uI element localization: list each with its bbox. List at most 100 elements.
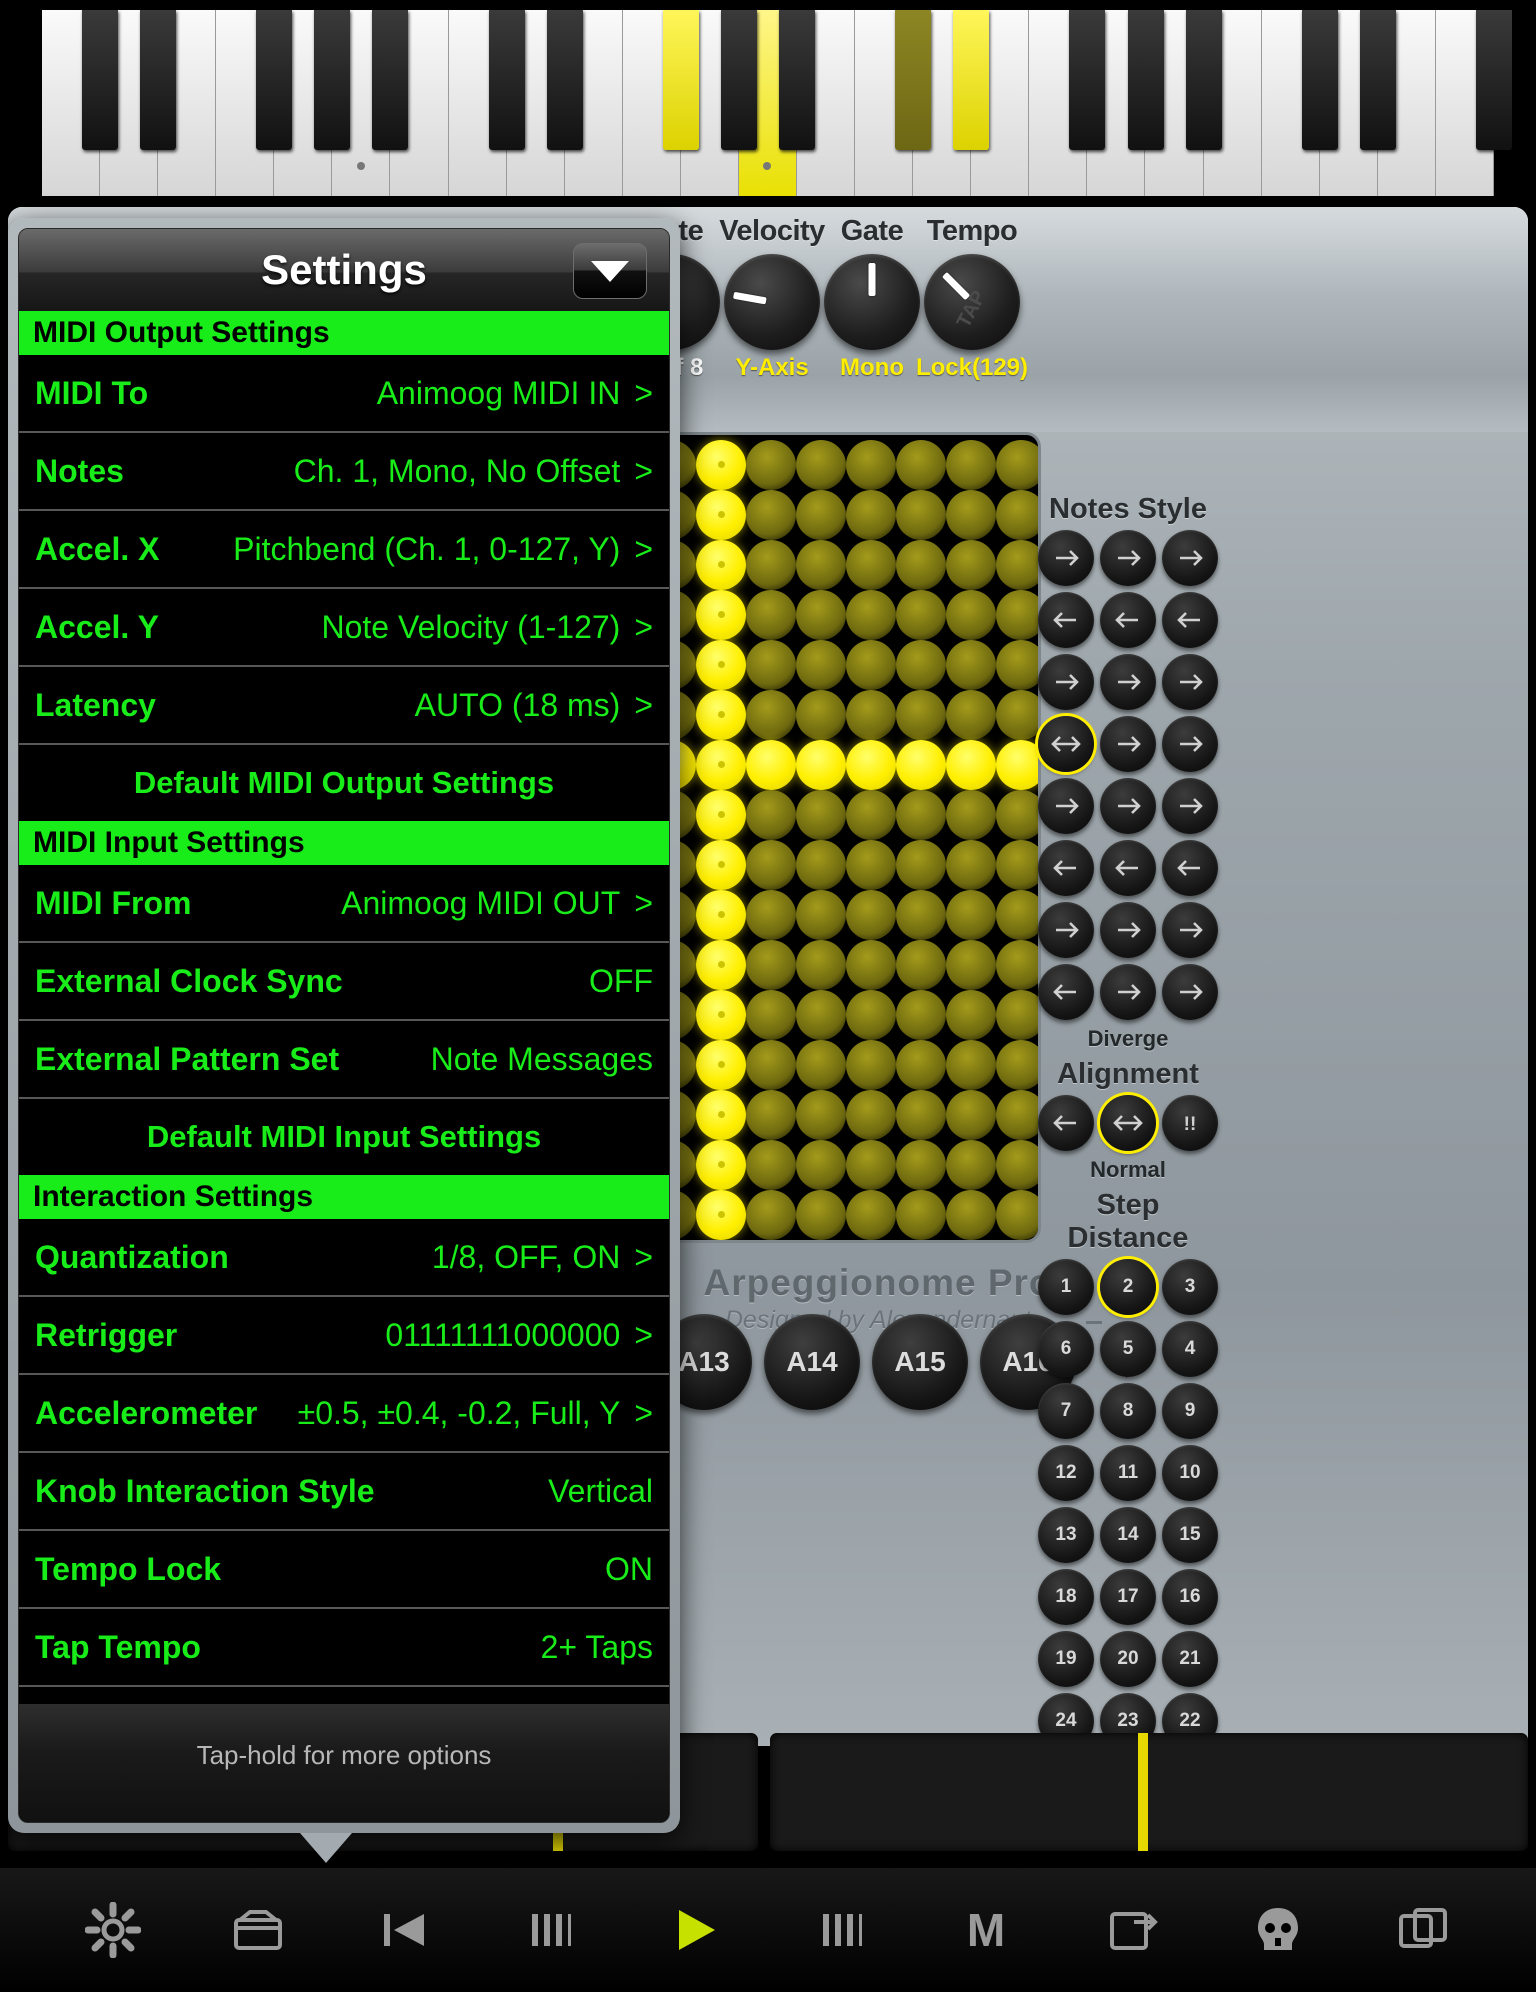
step-distance-button-7[interactable]: 7 [1038,1383,1094,1439]
grid-pad[interactable] [746,790,796,840]
grid-pad[interactable] [796,540,846,590]
white-key[interactable] [797,10,855,200]
grid-pad[interactable] [996,840,1038,890]
white-key[interactable] [390,10,448,200]
grid-pad[interactable] [996,440,1038,490]
grid-pad[interactable] [946,740,996,790]
white-key[interactable] [913,10,971,200]
settings-row-midi-from[interactable]: MIDI FromAnimoog MIDI OUT> [19,865,669,943]
grid-pad[interactable] [996,1140,1038,1190]
grid-pad[interactable] [796,940,846,990]
alignment-row[interactable]: !! [1038,1095,1218,1151]
settings-row-notes[interactable]: NotesCh. 1, Mono, No Offset> [19,433,669,511]
grid-pad[interactable] [946,540,996,590]
notes-style-button-2[interactable] [1162,530,1218,586]
knob-dial[interactable]: TAP [924,254,1020,350]
settings-row-latency[interactable]: LatencyAUTO (18 ms)> [19,667,669,745]
copy-windows-icon[interactable] [1381,1888,1465,1972]
notes-style-button-20[interactable] [1162,902,1218,958]
grid-pad[interactable] [696,740,746,790]
notes-style-grid[interactable] [1038,530,1218,1020]
bottom-toolbar[interactable]: M [0,1868,1536,1992]
grid-pad[interactable] [896,640,946,690]
step-distance-button-8[interactable]: 8 [1100,1383,1156,1439]
settings-row-tap-tempo[interactable]: Tap Tempo2+ Taps [19,1609,669,1687]
alignment-button-1[interactable] [1100,1095,1156,1151]
grid-pad[interactable] [946,990,996,1040]
settings-row-accel-x[interactable]: Accel. XPitchbend (Ch. 1, 0-127, Y)> [19,511,669,589]
gear-icon[interactable] [71,1888,155,1972]
grid-pad[interactable] [996,540,1038,590]
grid-pad[interactable] [896,440,946,490]
piano-keyboard-strip[interactable] [0,0,1536,207]
grid-pad[interactable] [746,440,796,490]
white-key[interactable] [1378,10,1436,200]
settings-row-knob-interaction-style[interactable]: Knob Interaction StyleVertical [19,1453,669,1531]
notes-style-button-9[interactable] [1038,716,1094,772]
grid-pad[interactable] [846,890,896,940]
grid-pad[interactable] [896,1190,946,1240]
grid-pad[interactable] [696,640,746,690]
grid-pad[interactable] [696,440,746,490]
grid-pad[interactable] [846,1140,896,1190]
chevron-down-icon[interactable] [573,243,647,299]
grid-pad[interactable] [746,890,796,940]
grid-pad[interactable] [846,490,896,540]
grid-pad[interactable] [846,690,896,740]
step-distance-button-16[interactable]: 16 [1162,1569,1218,1625]
grid-pad[interactable] [746,1190,796,1240]
grid-pad[interactable] [896,1090,946,1140]
step-distance-button-15[interactable]: 15 [1162,1507,1218,1563]
grid-pad[interactable] [696,840,746,890]
step-distance-button-6[interactable]: 6 [1038,1321,1094,1377]
grid-pad[interactable] [846,640,896,690]
grid-pad[interactable] [796,590,846,640]
grid-pad[interactable] [946,1090,996,1140]
grid-pad[interactable] [896,790,946,840]
grid-pad[interactable] [796,640,846,690]
grid-pad[interactable] [796,1090,846,1140]
white-key[interactable] [507,10,565,200]
grid-pad[interactable] [996,690,1038,740]
grid-pad[interactable] [696,890,746,940]
grid-pad[interactable] [996,590,1038,640]
notes-style-button-14[interactable] [1162,778,1218,834]
grid-pad[interactable] [896,840,946,890]
grid-pad[interactable] [896,740,946,790]
settings-row-accel-y[interactable]: Accel. YNote Velocity (1-127)> [19,589,669,667]
grid-pad[interactable] [946,690,996,740]
white-key[interactable] [274,10,332,200]
grid-pad[interactable] [946,1040,996,1090]
step-distance-button-18[interactable]: 18 [1038,1569,1094,1625]
grid-pad[interactable] [796,440,846,490]
step-distance-button-17[interactable]: 17 [1100,1569,1156,1625]
grid-pad[interactable] [746,1090,796,1140]
grid-pad[interactable] [896,940,946,990]
grid-pad[interactable] [796,990,846,1040]
grid-pad[interactable] [946,940,996,990]
notes-style-button-1[interactable] [1100,530,1156,586]
step-distance-button-4[interactable]: 4 [1162,1321,1218,1377]
grid-pad[interactable] [896,1040,946,1090]
grid-pad[interactable] [696,1040,746,1090]
grid-pad[interactable] [896,1140,946,1190]
white-key[interactable] [1029,10,1087,200]
white-key[interactable] [100,10,158,200]
grid-pad[interactable] [996,1040,1038,1090]
white-key[interactable] [1087,10,1145,200]
skip-back-icon[interactable] [362,1888,446,1972]
notes-style-button-4[interactable] [1100,592,1156,648]
step-distance-button-14[interactable]: 14 [1100,1507,1156,1563]
step-distance-button-3[interactable]: 3 [1162,1259,1218,1315]
notes-style-button-18[interactable] [1038,902,1094,958]
grid-pad[interactable] [946,890,996,940]
grid-pad[interactable] [746,740,796,790]
notes-style-button-21[interactable] [1038,964,1094,1020]
grid-pad[interactable] [896,990,946,1040]
grid-pad[interactable] [696,790,746,840]
grid-pad[interactable] [846,840,896,890]
settings-row-external-clock-sync[interactable]: External Clock SyncOFF [19,943,669,1021]
grid-pad[interactable] [696,1190,746,1240]
grid-pad[interactable] [846,990,896,1040]
alignment-button-0[interactable] [1038,1095,1094,1151]
